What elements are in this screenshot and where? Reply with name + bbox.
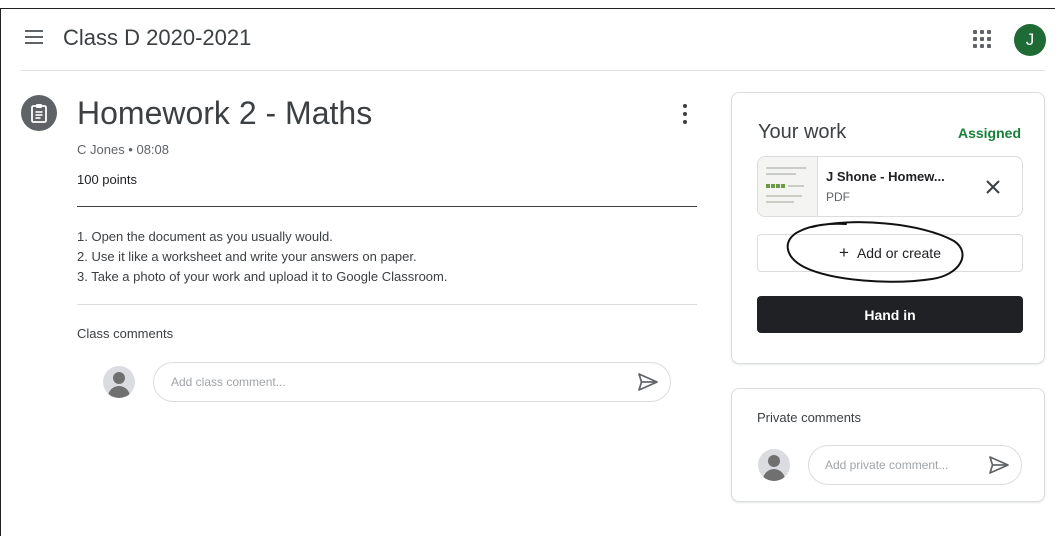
apps-grid-icon[interactable] — [973, 30, 991, 48]
instruction-line: 2. Use it like a worksheet and write you… — [77, 249, 417, 264]
assignment-title: Homework 2 - Maths — [77, 95, 373, 131]
class-comment-input[interactable] — [153, 362, 671, 402]
pdf-thumbnail — [758, 157, 818, 216]
points-divider — [77, 206, 697, 207]
header-divider — [21, 70, 1045, 71]
add-or-create-button[interactable]: + Add or create — [757, 234, 1023, 272]
instruction-line: 3. Take a photo of your work and upload … — [77, 269, 448, 284]
private-comments-label: Private comments — [757, 410, 862, 425]
instruction-line: 1. Open the document as you usually woul… — [77, 229, 333, 244]
assignment-points: 100 points — [77, 172, 137, 187]
hand-in-button[interactable]: Hand in — [757, 296, 1023, 333]
account-avatar[interactable]: J — [1014, 24, 1046, 56]
menu-icon[interactable] — [25, 30, 43, 44]
send-icon[interactable] — [637, 372, 659, 392]
user-avatar — [758, 449, 790, 481]
top-bar: Class D 2020-2021 J — [1, 9, 1055, 71]
attachment-type: PDF — [826, 190, 850, 204]
attachment-item[interactable]: J Shone - Homew... PDF — [757, 156, 1023, 217]
plus-icon: + — [839, 243, 849, 262]
send-icon[interactable] — [988, 455, 1010, 475]
add-or-create-label: Add or create — [856, 245, 941, 261]
window-frame-left — [0, 8, 1, 536]
more-options-icon[interactable] — [682, 104, 688, 124]
your-work-title: Your work — [758, 121, 847, 143]
your-work-card: Your work Assigned J Shone - Homew... PD… — [731, 92, 1045, 364]
class-title[interactable]: Class D 2020-2021 — [63, 25, 251, 51]
private-comments-card: Private comments — [731, 388, 1045, 502]
status-badge: Assigned — [957, 125, 1021, 141]
class-comments-label: Class comments — [77, 326, 174, 341]
instructions-divider — [77, 304, 697, 305]
remove-attachment-icon[interactable] — [985, 179, 1001, 195]
assignment-meta: C Jones • 08:08 — [77, 142, 169, 157]
user-avatar — [103, 366, 135, 398]
assignment-icon — [21, 95, 57, 131]
attachment-name: J Shone - Homew... — [826, 169, 945, 184]
assignment-instructions: 1. Open the document as you usually woul… — [77, 227, 447, 287]
